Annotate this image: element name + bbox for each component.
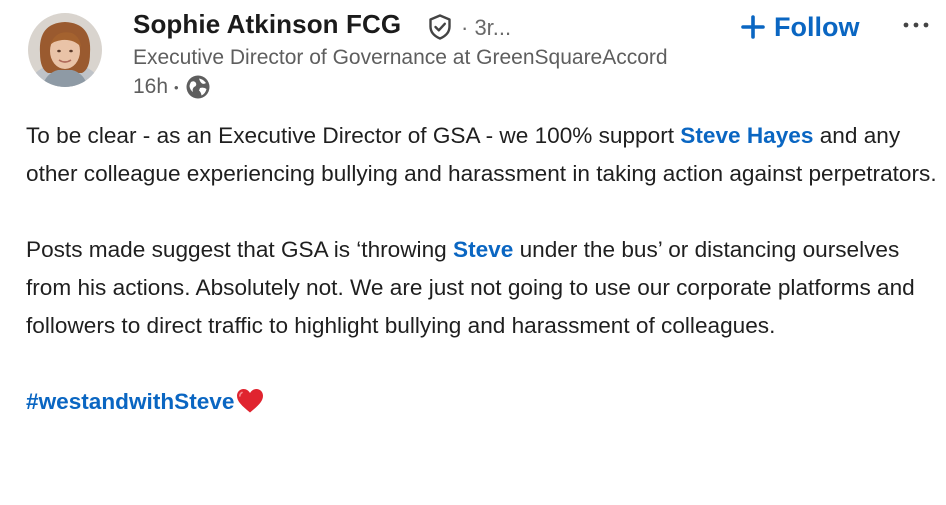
follow-button[interactable]: Follow [740,8,859,46]
more-options-icon[interactable] [896,14,936,36]
follow-label: Follow [774,11,860,42]
hashtag-link[interactable]: #westandwithSteve [26,389,234,414]
globe-icon [186,75,210,99]
author-headline: Executive Director of Governance at Gree… [133,46,668,69]
author-avatar[interactable] [28,13,102,87]
mention-steve-hayes[interactable]: Steve [680,123,740,148]
linkedin-post: Sophie Atkinson FCG · 3r... Executive Di… [0,0,946,505]
post-time: 16h [133,75,169,98]
post-body: To be clear - as an Executive Director o… [26,117,941,421]
post-meta: 16h • [133,74,211,100]
paragraph-text: To be clear - as an Executive Director o… [26,123,681,148]
author-name[interactable]: Sophie Atkinson FCG [133,9,401,40]
plus-icon [741,15,765,39]
verified-shield-icon [429,14,451,40]
meta-separator: • [174,79,179,95]
paragraph-text: Posts made suggest that GSA is ‘throwing [26,237,453,262]
post-paragraph-2: Posts made suggest that GSA is ‘throwing… [26,231,941,345]
red-heart-icon [237,389,264,413]
connection-degree: · 3r... [461,15,512,40]
mention-steve-hayes-surname[interactable]: Hayes [747,123,814,148]
post-hashtag-line: #westandwithSteve [26,383,941,421]
post-paragraph-1: To be clear - as an Executive Director o… [26,117,941,193]
mention-steve[interactable]: Steve [453,237,513,262]
